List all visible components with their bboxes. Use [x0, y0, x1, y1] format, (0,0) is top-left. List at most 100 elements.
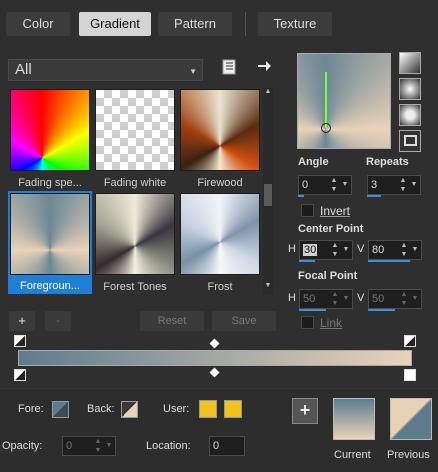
location-input[interactable]: 0: [209, 436, 245, 456]
gradient-thumb-forest-tones[interactable]: [95, 193, 175, 275]
opacity-value: 0: [66, 440, 73, 452]
chevron-down-icon[interactable]: ▼: [340, 180, 350, 198]
angle-label: Angle: [298, 156, 329, 168]
focal-h-input[interactable]: 50 ▲ ▼ ▼: [299, 289, 353, 309]
stop-marker-icon[interactable]: [404, 369, 416, 381]
repeats-slider[interactable]: [367, 195, 381, 197]
focal-point-label: Focal Point: [298, 270, 358, 282]
gradient-label: Firewood: [197, 177, 243, 189]
chevron-down-icon[interactable]: ▼: [410, 294, 420, 312]
tab-gradient[interactable]: Gradient: [79, 12, 151, 36]
focal-h-value: 50: [303, 293, 316, 305]
chevron-down-icon[interactable]: ▼: [410, 245, 420, 263]
radial-style-icon[interactable]: [399, 78, 421, 100]
location-label: Location:: [146, 440, 191, 452]
opacity-label: Opacity:: [2, 440, 43, 452]
chevron-down-icon[interactable]: ▼: [104, 441, 114, 459]
user-label: User:: [163, 403, 190, 415]
sunburst-style-icon[interactable]: [399, 130, 421, 152]
spinner-icon[interactable]: ▲ ▼: [329, 176, 339, 194]
center-h-slider[interactable]: [299, 260, 315, 262]
spinner-icon[interactable]: ▲ ▼: [399, 290, 409, 308]
back-fill-swatch-icon[interactable]: [121, 401, 138, 418]
user-color-swatch-2[interactable]: [224, 400, 242, 418]
center-h-value: 30: [303, 244, 318, 256]
midpoint-diamond-icon[interactable]: [209, 367, 220, 378]
center-v-input[interactable]: 80 ▲ ▼ ▼: [368, 240, 422, 260]
focal-v-value: 50: [372, 293, 385, 305]
gradient-bar[interactable]: [18, 350, 412, 366]
gradient-thumb-firewood[interactable]: [180, 89, 260, 171]
spinner-icon[interactable]: ▲ ▼: [398, 176, 408, 194]
focal-h-slider[interactable]: [299, 309, 326, 311]
previous-preview[interactable]: [390, 398, 432, 440]
center-v-slider[interactable]: [368, 260, 410, 262]
chevron-down-icon[interactable]: ▼: [341, 294, 351, 312]
reset-button[interactable]: Reset: [140, 311, 204, 331]
category-select-value: All: [15, 61, 32, 78]
angle-input[interactable]: 0 ▲ ▼ ▼: [298, 175, 352, 195]
tab-divider: [245, 12, 246, 36]
link-checkbox[interactable]: [301, 316, 314, 329]
repeats-input[interactable]: 3 ▲ ▼ ▼: [367, 175, 421, 195]
invert-label: Invert: [320, 204, 351, 218]
fore-fill-swatch-icon[interactable]: [52, 401, 69, 418]
gradient-thumb-fading-spectrum[interactable]: [10, 89, 90, 171]
book-icon[interactable]: [221, 59, 237, 75]
rectangular-style-icon[interactable]: [399, 104, 421, 126]
midpoint-diamond-icon[interactable]: [209, 338, 220, 349]
stop-marker-icon[interactable]: [14, 369, 26, 381]
angle-handle-line: [325, 72, 327, 128]
stop-marker-icon[interactable]: [404, 335, 416, 347]
category-select[interactable]: All ▼: [8, 59, 203, 81]
stop-marker-icon[interactable]: [14, 335, 26, 347]
center-v-label: V: [357, 243, 365, 255]
fore-label: Fore:: [18, 403, 44, 415]
scroll-up-icon[interactable]: ▲: [263, 88, 273, 95]
chevron-down-icon: ▼: [189, 67, 197, 76]
focal-v-label: V: [357, 292, 365, 304]
gradient-preview[interactable]: [297, 53, 391, 149]
remove-gradient-button[interactable]: -: [45, 311, 71, 331]
add-gradient-button[interactable]: +: [9, 311, 35, 331]
gradient-thumb-fading-white[interactable]: [95, 89, 175, 171]
gradient-label: Fading white: [103, 177, 167, 189]
gradient-label: Frost: [207, 281, 233, 293]
current-preview[interactable]: [333, 398, 375, 440]
chevron-down-icon[interactable]: ▼: [341, 245, 351, 263]
scroll-down-icon[interactable]: ▼: [263, 282, 273, 289]
focal-v-slider[interactable]: [368, 309, 395, 311]
angle-value: 0: [302, 179, 309, 191]
center-h-label: H: [288, 243, 296, 255]
user-color-swatch-1[interactable]: [199, 400, 217, 418]
add-to-gallery-button[interactable]: +: [292, 398, 318, 424]
spinner-icon[interactable]: ▲ ▼: [330, 290, 340, 308]
spinner-icon[interactable]: ▲ ▼: [93, 437, 103, 455]
gallery-scrollbar[interactable]: ▲ ▼: [263, 88, 273, 294]
opacity-input[interactable]: 0 ▲ ▼ ▼: [62, 436, 116, 456]
arrow-right-icon[interactable]: [256, 58, 272, 74]
tab-texture[interactable]: Texture: [258, 12, 332, 36]
scroll-thumb[interactable]: [264, 184, 272, 206]
tab-pattern[interactable]: Pattern: [158, 12, 232, 36]
save-button[interactable]: Save: [212, 311, 276, 331]
previous-label: Previous: [387, 449, 430, 461]
spinner-icon[interactable]: ▲ ▼: [330, 241, 340, 259]
back-label: Back:: [87, 403, 115, 415]
center-h-input[interactable]: 30 ▲ ▼ ▼: [299, 240, 353, 260]
center-point-label: Center Point: [298, 223, 364, 235]
gradient-thumb-foreground-background[interactable]: [10, 193, 90, 275]
focal-v-input[interactable]: 50 ▲ ▼ ▼: [368, 289, 422, 309]
center-handle-icon[interactable]: [321, 123, 331, 133]
center-v-value: 80: [372, 244, 385, 256]
angle-slider[interactable]: [298, 195, 304, 197]
chevron-down-icon[interactable]: ▼: [409, 180, 419, 198]
spinner-icon[interactable]: ▲ ▼: [399, 241, 409, 259]
gradient-label: Foregroun...: [20, 280, 80, 292]
gradient-thumb-frost[interactable]: [180, 193, 260, 275]
invert-checkbox[interactable]: [301, 204, 314, 217]
repeats-value: 3: [371, 179, 378, 191]
tab-color[interactable]: Color: [6, 12, 70, 36]
focal-h-label: H: [288, 292, 296, 304]
linear-style-icon[interactable]: [399, 52, 421, 74]
